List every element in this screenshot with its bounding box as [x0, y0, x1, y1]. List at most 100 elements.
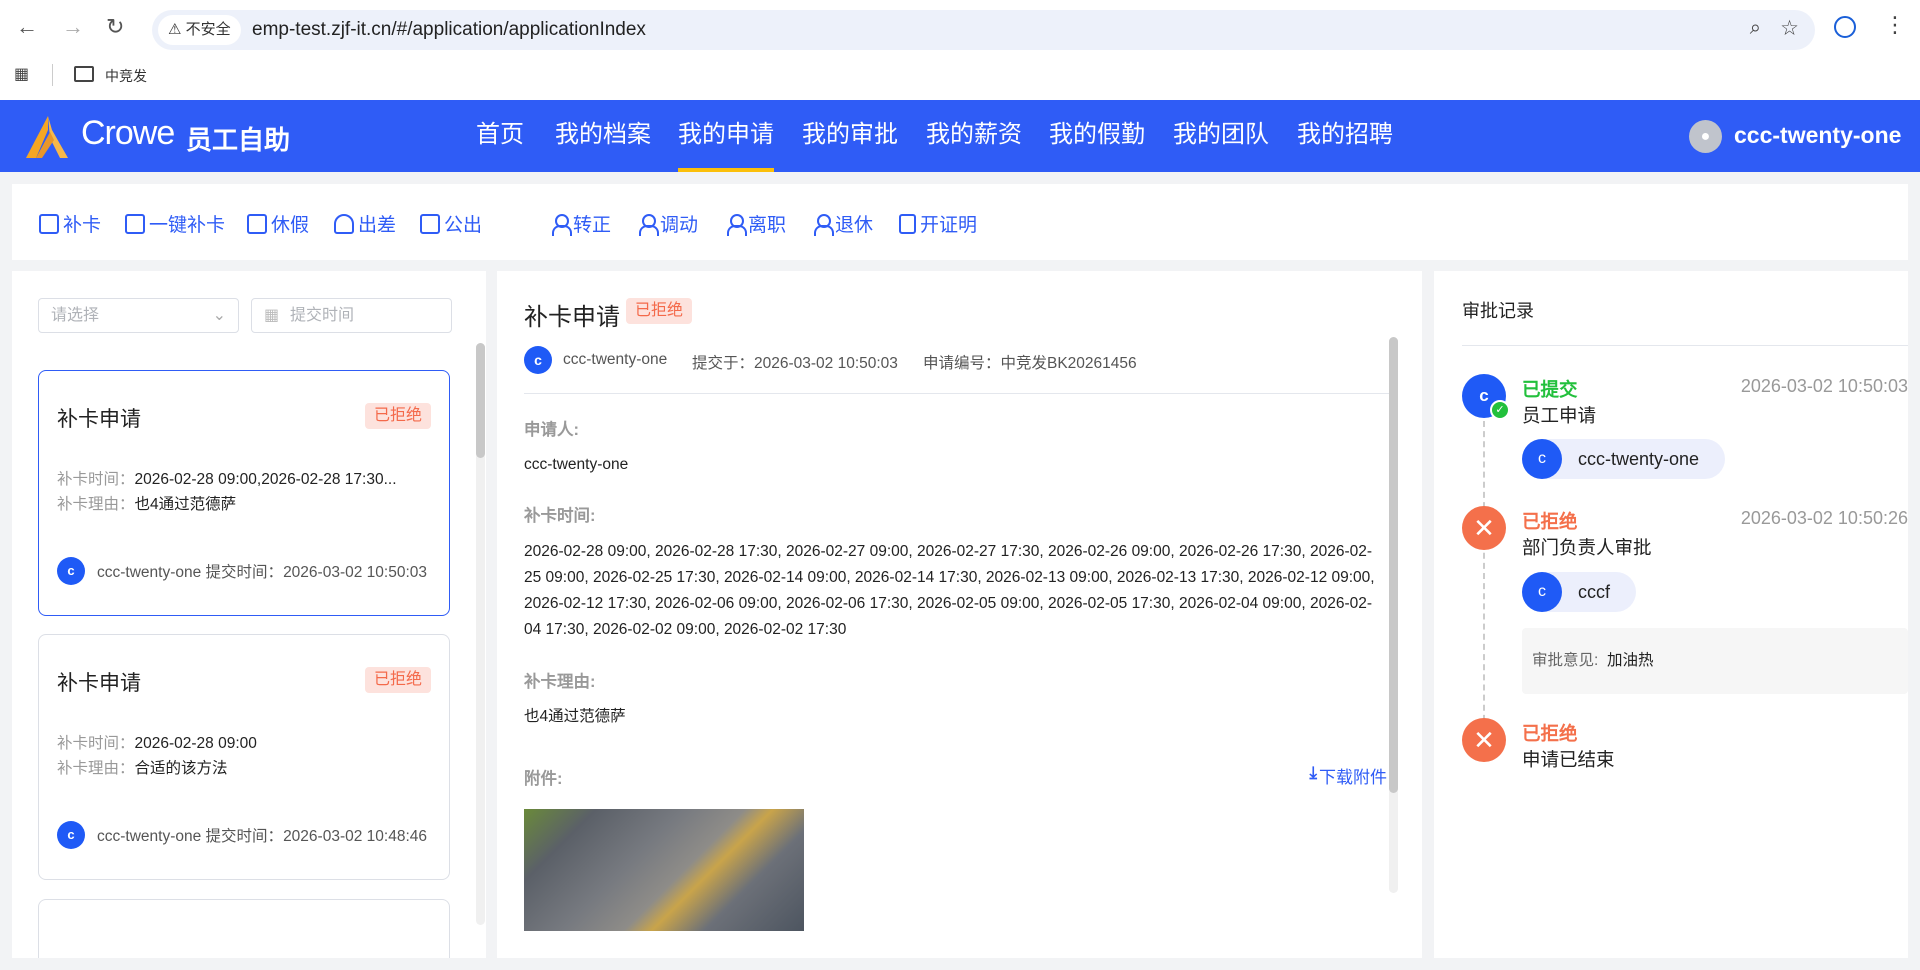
- step-status: 已拒绝: [1522, 511, 1578, 532]
- field-label: 申请人:: [524, 421, 579, 439]
- detail-scrollbar[interactable]: [1389, 337, 1398, 893]
- scrollbar-thumb[interactable]: [476, 343, 485, 458]
- nav-leave[interactable]: 我的假勤: [1049, 100, 1145, 172]
- tool-label: 开证明: [920, 215, 978, 236]
- tool-label: 转正: [573, 215, 612, 236]
- date-placeholder: 提交时间: [290, 307, 355, 324]
- item-time-row: 补卡时间：2026-02-28 09:00,2026-02-28 17:30..…: [57, 467, 397, 489]
- close-icon: ✕: [1473, 725, 1495, 755]
- tool-transfer[interactable]: 调动: [638, 210, 698, 237]
- download-attachment-link[interactable]: ⤓ 下载附件: [1309, 763, 1387, 788]
- tool-official-out[interactable]: 公出: [420, 210, 482, 237]
- tool-label: 出差: [358, 215, 397, 236]
- opinion-text: 加油热: [1606, 652, 1654, 669]
- security-badge[interactable]: ⚠ 不安全: [158, 15, 241, 45]
- step-time: 2026-03-02 10:50:03: [1740, 376, 1908, 396]
- field-label: 补卡理由：: [57, 760, 135, 777]
- star-icon[interactable]: ☆: [1780, 16, 1799, 41]
- application-detail-panel: 补卡申请 已拒绝 c ccc-twenty-one 提交于：2026-03-02…: [497, 271, 1422, 958]
- application-toolbar: 补卡 一键补卡 休假 出差 公出 转正 调动 离职 退休 开证明: [12, 184, 1908, 260]
- user-transfer-icon: [638, 213, 659, 236]
- url-text[interactable]: emp-test.zjf-it.cn/#/application/applica…: [252, 10, 646, 50]
- briefcase-icon: [420, 213, 440, 234]
- item-reason-row: 补卡理由：也4通过范德萨: [57, 492, 236, 514]
- date-input[interactable]: ▦ 提交时间: [251, 298, 452, 333]
- approver-chip: c cccf: [1522, 572, 1637, 612]
- opinion-label: 审批意见:: [1532, 652, 1599, 669]
- item-footer: c ccc-twenty-one 提交时间：2026-03-02 10:48:46: [57, 821, 427, 849]
- list-item[interactable]: 补卡申请 已拒绝 补卡时间：2026-02-28 09:00 补卡理由：合适的该…: [38, 634, 450, 880]
- field-label: 提交时间：: [205, 564, 284, 581]
- list-item[interactable]: [38, 899, 450, 958]
- reload-icon[interactable]: ↻: [106, 14, 124, 40]
- select-placeholder: 请选择: [51, 307, 100, 324]
- field-value: 2026-02-28 09:00,2026-02-28 17:30...: [134, 471, 397, 488]
- item-submitted: 2026-03-02 10:50:03: [283, 564, 427, 581]
- detail-user: ccc-twenty-one: [563, 351, 668, 368]
- tool-business-trip[interactable]: 出差: [334, 210, 396, 237]
- nav-applications[interactable]: 我的申请: [678, 100, 774, 172]
- nav-recruitment[interactable]: 我的招聘: [1297, 100, 1393, 172]
- user-remove-icon: [726, 213, 747, 236]
- download-label: 下载附件: [1319, 768, 1387, 787]
- card-times-value: 2026-02-28 09:00, 2026-02-28 17:30, 2026…: [524, 543, 1375, 638]
- zoom-icon[interactable]: ⌕: [1750, 17, 1761, 40]
- attachment-image-thumbnail[interactable]: [524, 809, 804, 931]
- nav-team[interactable]: 我的团队: [1173, 100, 1269, 172]
- application-list-panel: 请选择 ⌄ ▦ 提交时间 补卡申请 已拒绝 补卡时间：2026-02-28 09:0…: [12, 271, 486, 958]
- folder-icon: [74, 66, 94, 82]
- app-header: Crowe 员工自助 首页 我的档案 我的申请 我的审批 我的薪资 我的假勤 我…: [0, 100, 1920, 172]
- divider: [524, 393, 1396, 394]
- item-time-row: 补卡时间：2026-02-28 09:00: [57, 731, 257, 753]
- timeline-node-ended: ✕: [1462, 718, 1506, 762]
- tool-retire[interactable]: 退休: [813, 210, 873, 237]
- timeline-node-rejected: ✕: [1462, 506, 1506, 550]
- avatar: c: [57, 821, 85, 849]
- step-time: 2026-03-02 10:50:26: [1740, 508, 1908, 528]
- step-name: 部门负责人审批: [1522, 537, 1652, 558]
- divider: [1462, 345, 1908, 346]
- apps-icon[interactable]: ▦: [14, 64, 29, 84]
- nav-home[interactable]: 首页: [476, 100, 524, 172]
- clipboard-icon: [899, 213, 916, 234]
- nav-approvals[interactable]: 我的审批: [802, 100, 898, 172]
- status-select[interactable]: 请选择 ⌄: [38, 298, 239, 333]
- field-value: 合适的该方法: [134, 760, 228, 777]
- applicant-value: ccc-twenty-one: [524, 456, 629, 473]
- field-label: 补卡理由:: [524, 673, 596, 691]
- tool-certificate[interactable]: 开证明: [899, 210, 977, 237]
- tool-resign[interactable]: 离职: [726, 210, 786, 237]
- tool-batch-card-fix[interactable]: 一键补卡: [125, 210, 225, 237]
- status-badge: 已拒绝: [364, 403, 431, 429]
- forward-icon[interactable]: →: [62, 14, 84, 40]
- reason-value: 也4通过范德萨: [524, 708, 626, 725]
- tool-label: 调动: [660, 215, 699, 236]
- status-badge: 已拒绝: [364, 667, 431, 693]
- nav-profile[interactable]: 我的档案: [555, 100, 651, 172]
- user-name[interactable]: ccc-twenty-one: [1734, 122, 1901, 149]
- avatar: c: [1522, 439, 1562, 479]
- scrollbar-thumb[interactable]: [1389, 337, 1398, 793]
- check-icon: ✓: [1490, 400, 1510, 420]
- field-value: 2026-02-28 09:00: [134, 735, 257, 752]
- tool-card-fix[interactable]: 补卡: [39, 210, 101, 237]
- bookmark-item[interactable]: 中竞发: [105, 66, 147, 86]
- profile-icon[interactable]: [1834, 16, 1856, 38]
- calendar-icon: ▦: [264, 307, 280, 324]
- field-label: 补卡时间：: [57, 471, 135, 488]
- tool-leave[interactable]: 休假: [247, 210, 309, 237]
- step-status: 已拒绝: [1522, 723, 1578, 744]
- item-title: 补卡申请: [57, 672, 141, 695]
- address-bar[interactable]: ⚠ 不安全 emp-test.zjf-it.cn/#/application/a…: [152, 10, 1815, 50]
- field-value: 也4通过范德萨: [134, 496, 237, 513]
- tool-label: 公出: [444, 215, 483, 236]
- tool-regularization[interactable]: 转正: [551, 210, 611, 237]
- menu-icon[interactable]: ⋮: [1884, 12, 1906, 38]
- crowe-logo-icon: [26, 116, 68, 158]
- user-avatar[interactable]: ●: [1689, 120, 1722, 153]
- nav-salary[interactable]: 我的薪资: [926, 100, 1022, 172]
- approval-opinion: 审批意见: 加油热: [1522, 628, 1908, 694]
- list-item[interactable]: 补卡申请 已拒绝 补卡时间：2026-02-28 09:00,2026-02-2…: [38, 370, 450, 616]
- list-scrollbar[interactable]: [476, 343, 485, 925]
- back-icon[interactable]: ←: [16, 14, 38, 40]
